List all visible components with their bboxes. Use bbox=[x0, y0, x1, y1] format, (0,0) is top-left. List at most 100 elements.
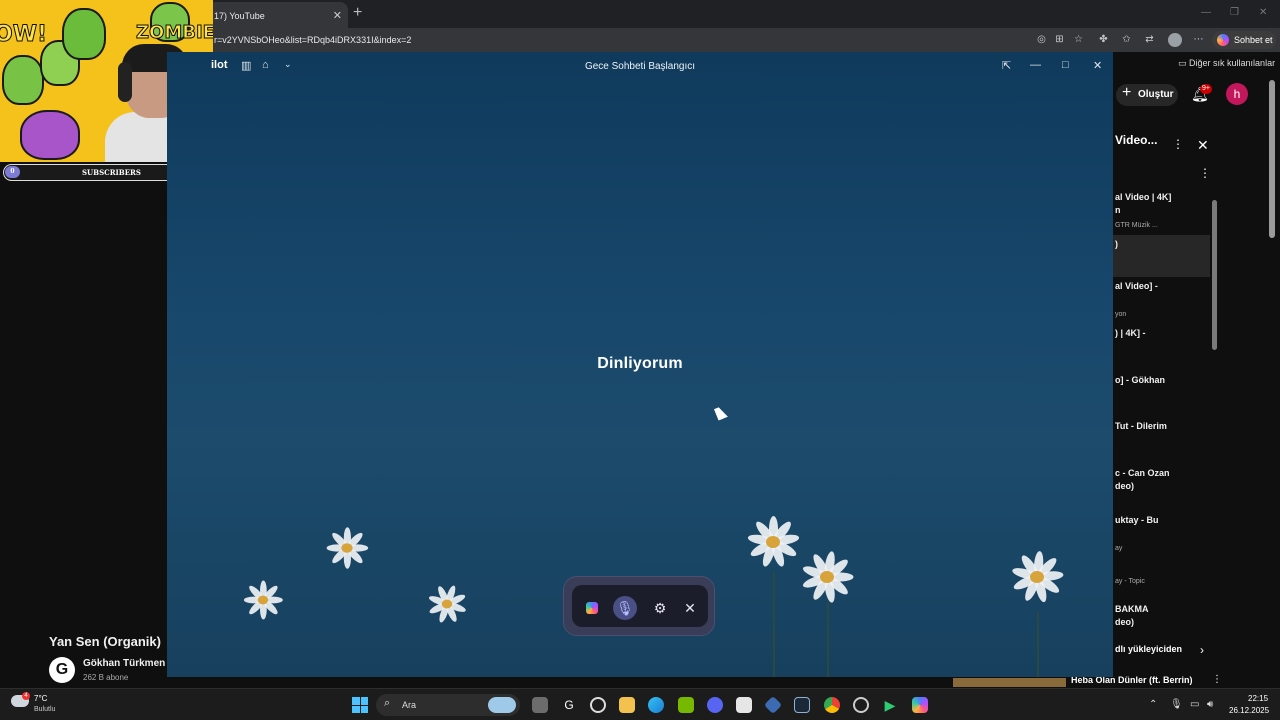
copilot-window-title: Gece Sohbeti Başlangıcı bbox=[584, 61, 696, 72]
favorite-star-icon[interactable]: ☆ bbox=[1072, 33, 1085, 46]
profile-avatar[interactable] bbox=[1168, 33, 1182, 47]
copilot-logo-button[interactable] bbox=[580, 596, 604, 620]
maximize-icon[interactable]: ❐ bbox=[1230, 7, 1239, 18]
microphone-icon[interactable]: 🎙︎ bbox=[613, 596, 637, 620]
discord-icon[interactable] bbox=[707, 697, 723, 713]
more-menu-icon[interactable]: ⋯ bbox=[1192, 33, 1205, 46]
page-scrollbar[interactable] bbox=[1269, 80, 1275, 238]
video-more-icon[interactable]: ⋮ bbox=[1212, 674, 1222, 685]
chatgpt-icon[interactable] bbox=[590, 697, 606, 713]
bookmarks-folder[interactable]: ▭ Diğer sık kullanılanlar bbox=[1178, 58, 1275, 69]
playlist-item[interactable]: c - Can Ozan deo) bbox=[1115, 467, 1170, 493]
playlist-item[interactable]: BAKMA deo) bbox=[1115, 603, 1149, 629]
create-button[interactable]: + Oluştur bbox=[1116, 84, 1178, 106]
tab-close-icon[interactable]: ✕ bbox=[333, 9, 342, 22]
steam-icon[interactable] bbox=[794, 697, 810, 713]
headset-icon bbox=[118, 62, 132, 102]
subscribers-start: 0 bbox=[5, 166, 20, 178]
playlist-options-icon[interactable]: ⋮ bbox=[1199, 166, 1211, 180]
app-icon[interactable] bbox=[736, 697, 752, 713]
playlist-active-item[interactable] bbox=[1112, 235, 1210, 277]
clock-time[interactable]: 22:15 bbox=[1248, 694, 1268, 703]
url-field[interactable]: r=v2YVNSbOHeo&list=RDqb4iDRX331I&index=2 bbox=[214, 35, 411, 45]
favorites-icon[interactable]: ✩ bbox=[1120, 33, 1133, 46]
weather-description[interactable]: Bulutlu bbox=[34, 706, 55, 713]
chevron-up-icon[interactable]: ⌃ bbox=[1149, 699, 1157, 710]
weather-temperature[interactable]: 7°C bbox=[34, 694, 47, 703]
display-icon[interactable]: ▭ bbox=[1190, 699, 1199, 710]
playlist-close-icon[interactable]: ✕ bbox=[1197, 137, 1209, 154]
taskbar-search[interactable]: ⌕ Ara bbox=[376, 694, 520, 716]
task-view-icon[interactable] bbox=[532, 697, 548, 713]
start-button[interactable] bbox=[352, 697, 368, 713]
minimize-icon[interactable]: — bbox=[1030, 59, 1041, 71]
channel-logo[interactable]: G bbox=[49, 657, 75, 683]
playlist-scrollbar[interactable] bbox=[1212, 200, 1217, 350]
flower-stem bbox=[827, 602, 829, 677]
playlist-item[interactable]: uktay - Bu bbox=[1115, 514, 1159, 527]
windows-taskbar: 4 7°C Bulutlu ⌕ Ara G ▶ ⌃ 🎙︎ ▭ 🔊︎ 22:15 … bbox=[0, 688, 1280, 720]
copilot-title-bar: ilot ▥ ⌂ ⌄ Gece Sohbeti Başlangıcı ⇱ — □… bbox=[167, 52, 1113, 80]
settings-gear-icon[interactable]: ⚙ bbox=[648, 596, 672, 620]
microphone-tray-icon[interactable]: 🎙︎ bbox=[1170, 699, 1183, 710]
playlist-item-channel: yon bbox=[1115, 311, 1127, 318]
sohbet-label: Sohbet et bbox=[1234, 35, 1273, 45]
copilot-logo-icon bbox=[1217, 34, 1229, 46]
maximize-icon[interactable]: □ bbox=[1062, 59, 1069, 71]
browser-tab-youtube[interactable]: 17) YouTube ✕ bbox=[200, 2, 348, 28]
close-icon[interactable]: ✕ bbox=[1093, 59, 1102, 72]
clock-date[interactable]: 26.12.2025 bbox=[1229, 706, 1269, 715]
playlist-item[interactable]: al Video | 4K] n bbox=[1115, 191, 1171, 217]
edge-icon[interactable] bbox=[648, 697, 664, 713]
file-explorer-icon[interactable] bbox=[619, 697, 635, 713]
voice-control-panel: 🎙︎ ⚙ ✕ bbox=[572, 585, 708, 627]
video-thumbnail[interactable] bbox=[953, 678, 1066, 687]
video-title: Yan Sen (Organik) bbox=[49, 634, 161, 649]
zombie-illustration bbox=[20, 110, 80, 160]
play-icon[interactable]: ▶ bbox=[882, 697, 898, 713]
app-g-icon[interactable]: G bbox=[561, 697, 577, 713]
close-voice-icon[interactable]: ✕ bbox=[678, 596, 702, 620]
playlist-item[interactable]: o] - Gökhan bbox=[1115, 374, 1165, 387]
copilot-taskbar-icon[interactable] bbox=[912, 697, 928, 713]
zombie-illustration bbox=[2, 55, 44, 105]
sohbet-button[interactable]: Sohbet et bbox=[1212, 31, 1276, 49]
tab-title: 17) YouTube bbox=[214, 11, 265, 21]
share-icon[interactable]: ⇄ bbox=[1143, 33, 1156, 46]
zombie-illustration bbox=[62, 8, 106, 60]
popout-icon[interactable]: ⇱ bbox=[1002, 59, 1011, 72]
playlist-title: Video... bbox=[1115, 133, 1158, 147]
youtube-avatar[interactable]: h bbox=[1226, 83, 1248, 105]
new-tab-button[interactable]: + bbox=[353, 4, 362, 22]
flower-stem bbox=[773, 572, 775, 677]
close-window-icon[interactable]: ✕ bbox=[1259, 7, 1267, 18]
extensions-icon[interactable]: ⊞ bbox=[1053, 33, 1066, 46]
weather-badge: 4 bbox=[22, 692, 30, 700]
playlist-item[interactable]: ) | 4K] - bbox=[1115, 327, 1146, 340]
bookmarks-label: Diğer sık kullanılanlar bbox=[1189, 58, 1276, 68]
voice-control-dock: 🎙︎ ⚙ ✕ bbox=[563, 576, 715, 636]
app-circle-icon[interactable] bbox=[853, 697, 869, 713]
uploader-chip[interactable]: dlı yükleyiciden bbox=[1112, 640, 1184, 660]
nvidia-icon[interactable] bbox=[678, 697, 694, 713]
chevron-right-icon[interactable]: › bbox=[1200, 643, 1204, 657]
app-diamond-icon[interactable] bbox=[763, 695, 783, 715]
playlist-item-channel: ay bbox=[1115, 545, 1123, 552]
search-label: Ara bbox=[402, 700, 417, 710]
playlist-item[interactable]: ) bbox=[1115, 238, 1118, 251]
comic-word-zombie: ZOMBIE! bbox=[135, 22, 213, 44]
playlist-more-icon[interactable]: ⋮ bbox=[1172, 137, 1184, 151]
comic-word-pow: OW! bbox=[0, 22, 48, 48]
puzzle-icon[interactable]: ✤ bbox=[1097, 33, 1110, 46]
flower-stem bbox=[1037, 612, 1039, 677]
playlist-item-channel: ay - Topic bbox=[1115, 578, 1145, 585]
channel-name[interactable]: Gökhan Türkmen bbox=[83, 658, 165, 669]
chrome-icon[interactable] bbox=[824, 697, 840, 713]
copilot-window: ilot ▥ ⌂ ⌄ Gece Sohbeti Başlangıcı ⇱ — □… bbox=[167, 52, 1113, 677]
playlist-item[interactable]: al Video] - bbox=[1115, 280, 1158, 293]
copilot-toolbar-icon[interactable]: ◎ bbox=[1035, 33, 1048, 46]
search-icon: ⌕ bbox=[384, 697, 391, 709]
volume-icon[interactable]: 🔊︎ bbox=[1207, 699, 1213, 710]
minimize-icon[interactable]: — bbox=[1201, 7, 1211, 18]
playlist-item[interactable]: Tut - Dilerim bbox=[1115, 420, 1167, 433]
